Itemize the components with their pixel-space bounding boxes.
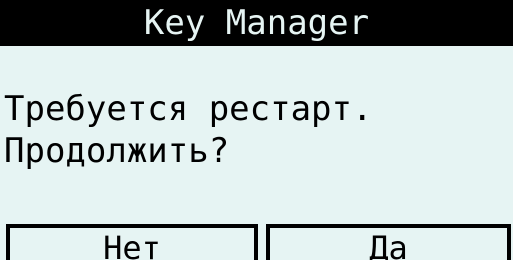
dialog-title: Key Manager	[0, 0, 513, 46]
restart-dialog: Key Manager Требуется рестарт. Продолжит…	[0, 0, 513, 260]
yes-button[interactable]: Да	[266, 224, 511, 260]
dialog-message: Требуется рестарт. Продолжить?	[4, 88, 372, 172]
message-line-continue-question: Продолжить?	[4, 131, 230, 171]
no-button[interactable]: Нет	[6, 224, 258, 260]
message-line-restart-required: Требуется рестарт.	[4, 89, 373, 129]
